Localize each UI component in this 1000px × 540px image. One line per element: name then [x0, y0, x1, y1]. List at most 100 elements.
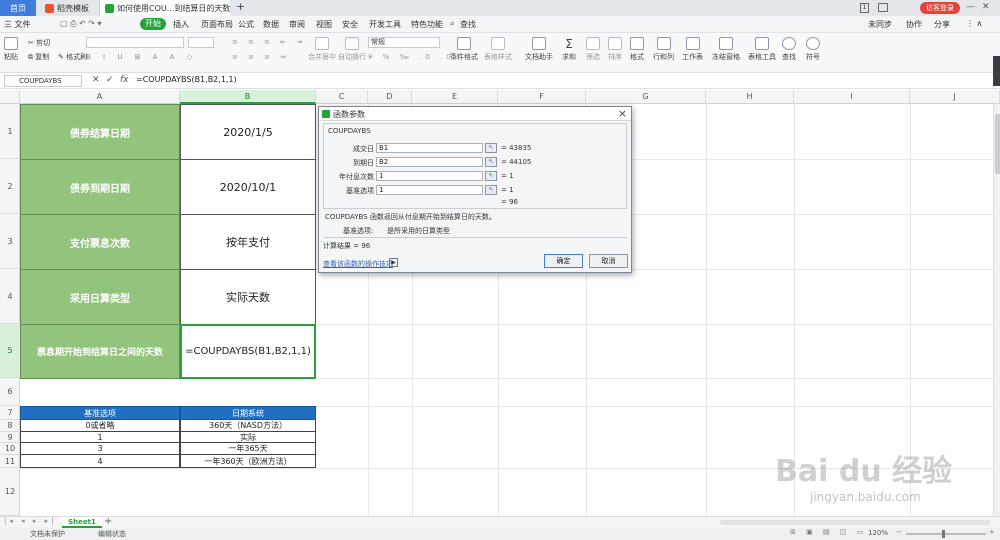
column-header-h[interactable]: H [706, 90, 794, 104]
menu-security[interactable]: 安全 [342, 19, 358, 30]
cell-b4[interactable]: 实际天数 [180, 269, 316, 325]
range-picker-icon[interactable]: ↖ [485, 171, 497, 181]
tab-document[interactable]: 如何使用COU...到结算日的天数 ● [100, 0, 230, 16]
format-button[interactable]: 格式 [630, 37, 644, 62]
zoom-in-icon[interactable]: + [989, 528, 995, 536]
arg-input-settlement[interactable]: B1 [376, 143, 483, 153]
collab-button[interactable]: 协作 [906, 19, 922, 30]
arg-input-frequency[interactable]: 1 [376, 171, 483, 181]
number-format-buttons[interactable]: ¥ % ‰ .0 .00 [368, 53, 463, 61]
align-buttons-top[interactable]: ≡ ≡ ≡ ⇤ ⇥ [232, 38, 306, 46]
tab-daoke[interactable]: 稻壳模板 [40, 0, 100, 16]
login-button[interactable]: 访客登录 [920, 2, 960, 14]
cell-a4[interactable]: 采用日算类型 [20, 269, 180, 325]
cell-a1[interactable]: 债券结算日期 [20, 104, 180, 160]
cancel-icon[interactable]: ✕ [92, 75, 100, 85]
window-layout-icon[interactable] [878, 3, 888, 12]
select-all-corner[interactable] [0, 90, 20, 104]
cell-a5[interactable]: 票息期开始到结算日之间的天数 [20, 324, 180, 379]
table-cell[interactable]: 360天（NASD方法） [180, 420, 316, 432]
basis-table-header-system[interactable]: 日期系统 [180, 406, 316, 420]
row-header-4[interactable]: 4 [0, 269, 20, 324]
font-size-dropdown[interactable] [188, 37, 214, 48]
row-header-12[interactable]: 12 [0, 468, 20, 516]
worksheet-button[interactable]: 工作表 [682, 37, 703, 62]
file-menu[interactable]: 三 文件 [4, 19, 31, 30]
scrollbar-thumb[interactable] [995, 114, 1000, 174]
menu-home[interactable]: 开始 [140, 18, 166, 30]
conditional-format-button[interactable]: 条件格式 [450, 37, 478, 62]
table-tools-button[interactable]: 表格工具 [748, 37, 776, 62]
menu-formulas[interactable]: 公式 [238, 19, 254, 30]
format-painter-button[interactable]: ✎ 格式刷 [58, 52, 87, 62]
menu-data[interactable]: 数据 [263, 19, 279, 30]
font-style-buttons[interactable]: B I U ⊞ A A ◇ [86, 53, 197, 61]
number-format-dropdown[interactable]: 常规 [368, 37, 440, 48]
cut-button[interactable]: ✂ 剪切 [28, 38, 50, 48]
column-header-e[interactable]: E [412, 90, 498, 104]
vertical-scrollbar[interactable] [993, 104, 1000, 516]
share-button[interactable]: 分享 [934, 19, 950, 30]
name-box[interactable]: COUPDAYBS [4, 75, 82, 87]
row-header-5[interactable]: 5 [0, 324, 20, 378]
row-header-8[interactable]: 8 [0, 420, 20, 432]
table-cell[interactable]: 0或省略 [20, 420, 180, 432]
find-button[interactable]: 查找 [782, 37, 796, 62]
add-sheet-button[interactable]: + [104, 516, 112, 527]
tab-home[interactable]: 首页 [0, 0, 36, 16]
range-picker-icon[interactable]: ↖ [485, 143, 497, 153]
dialog-title-bar[interactable]: 函数参数 × [319, 107, 631, 121]
row-header-1[interactable]: 1 [0, 104, 20, 159]
filter-button[interactable]: 筛选 [586, 37, 600, 62]
cell-b1[interactable]: 2020/1/5 [180, 104, 316, 160]
table-style-button[interactable]: 表格样式 [484, 37, 512, 62]
sheet-tab-sheet1[interactable]: Sheet1 [62, 517, 102, 528]
more-icon[interactable]: ⋮ ∧ [966, 19, 982, 28]
quick-access-icons[interactable]: ▢ ⎙ ↶ ↷ ▾ [60, 19, 102, 29]
column-header-j[interactable]: J [910, 90, 1000, 104]
horizontal-scrollbar[interactable] [720, 520, 990, 525]
sheet-nav-icons[interactable]: |◂ ◂ ▸ ▸| [4, 517, 56, 525]
column-header-d[interactable]: D [368, 90, 412, 104]
cell-b5[interactable]: =COUPDAYBS(B1,B2,1,1) [180, 324, 316, 379]
row-header-2[interactable]: 2 [0, 159, 20, 214]
zoom-slider-thumb[interactable] [942, 530, 945, 538]
cancel-button[interactable]: 取消 [589, 254, 628, 268]
copy-button[interactable]: ⧉ 复制 [28, 52, 49, 62]
dialog-close-icon[interactable]: × [618, 107, 627, 120]
rowcol-button[interactable]: 行和列 [653, 37, 674, 62]
protect-status[interactable]: 文档未保护 [30, 529, 65, 539]
insert-function-icon[interactable]: fx [120, 75, 129, 85]
arg-input-basis[interactable]: 1 [376, 185, 483, 195]
column-header-i[interactable]: I [794, 90, 910, 104]
table-cell[interactable]: 实际 [180, 432, 316, 443]
confirm-icon[interactable]: ✓ [106, 75, 114, 85]
sort-button[interactable]: 排序 [608, 37, 622, 62]
help-link[interactable]: 查看该函数的操作技巧 [323, 259, 393, 269]
symbol-button[interactable]: 符号 [806, 37, 820, 62]
menu-review[interactable]: 审阅 [289, 19, 305, 30]
ok-button[interactable]: 确定 [544, 254, 583, 268]
menu-developer[interactable]: 开发工具 [369, 19, 401, 30]
column-header-b[interactable]: B [180, 90, 316, 104]
table-cell[interactable]: 4 [20, 455, 180, 468]
table-cell[interactable]: 一年360天（欧洲方法） [180, 455, 316, 468]
table-cell[interactable]: 一年365天 [180, 443, 316, 455]
new-tab-button[interactable]: + [236, 0, 245, 13]
row-header-9[interactable]: 9 [0, 432, 20, 443]
column-header-f[interactable]: F [498, 90, 586, 104]
table-cell[interactable]: 1 [20, 432, 180, 443]
row-header-7[interactable]: 7 [0, 406, 20, 420]
row-header-11[interactable]: 11 [0, 455, 20, 468]
row-header-10[interactable]: 10 [0, 443, 20, 455]
video-icon[interactable]: ▶ [389, 258, 398, 267]
range-picker-icon[interactable]: ↖ [485, 157, 497, 167]
merge-button[interactable]: 合并居中 [308, 37, 336, 62]
paste-button[interactable]: 粘贴 [4, 37, 18, 62]
menu-features[interactable]: 特色功能 [411, 19, 443, 30]
align-buttons-bottom[interactable]: ≡ ≡ ≡ ⇔ [232, 53, 290, 61]
cell-a2[interactable]: 债券到期日期 [20, 159, 180, 215]
menu-page-layout[interactable]: 页面布局 [201, 19, 233, 30]
zoom-level[interactable]: 120% [868, 529, 888, 537]
side-panel-handle[interactable] [993, 56, 1000, 86]
